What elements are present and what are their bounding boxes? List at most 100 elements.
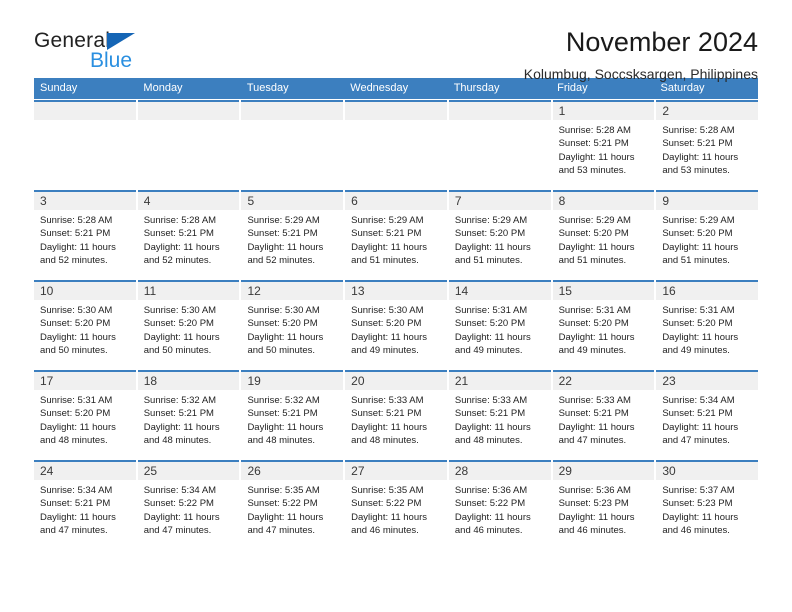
day-detail-line: Sunset: 5:22 PM [247, 498, 318, 510]
day-cell-22[interactable]: 22 Sunrise: 5:33 AM Sunset: 5:21 PM Dayligh… [552, 370, 655, 459]
day-cell-8[interactable]: 8 Sunrise: 5:29 AM Sunset: 5:20 PM Daylight… [552, 190, 655, 279]
day-detail-line: Daylight: 11 hours [143, 241, 220, 253]
day-detail-line: Sunrise: 5:31 AM [40, 395, 113, 406]
day-number: 24 [40, 464, 54, 478]
calendar-weeks: 1 Sunrise: 5:28 AM Sunset: 5:21 PM Daylight… [34, 100, 759, 549]
day-details: Sunrise: 5:37 AM Sunset: 5:23 PM Daylight:… [656, 480, 758, 538]
day-detail-line: and 50 minutes. [40, 345, 108, 357]
day-details: Sunrise: 5:28 AM Sunset: 5:21 PM Daylight:… [138, 210, 240, 268]
day-cell-9[interactable]: 9 Sunrise: 5:29 AM Sunset: 5:20 PM Daylight… [656, 190, 759, 279]
day-number: 23 [662, 374, 676, 388]
day-detail-line: and 51 minutes. [351, 255, 419, 267]
day-cell-26[interactable]: 26 Sunrise: 5:35 AM Sunset: 5:22 PM Dayligh… [241, 460, 344, 549]
day-cell-27[interactable]: 27 Sunrise: 5:35 AM Sunset: 5:22 PM Dayligh… [345, 460, 447, 549]
day-detail-line: Sunset: 5:20 PM [351, 318, 422, 330]
page-title: November 2024 [565, 27, 758, 57]
day-cell-23[interactable]: 23 Sunrise: 5:34 AM Sunset: 5:21 PM Dayligh… [656, 370, 759, 459]
logo-triangle-icon [107, 33, 135, 50]
day-cell-5[interactable]: 5 Sunrise: 5:29 AM Sunset: 5:21 PM Daylight… [241, 190, 344, 279]
day-detail-line: Daylight: 11 hours [558, 331, 635, 343]
day-number-band: 16 [656, 282, 759, 300]
day-cell-16[interactable]: 16 Sunrise: 5:31 AM Sunset: 5:20 PM Dayligh… [656, 280, 759, 369]
day-detail-line: Sunrise: 5:29 AM [454, 215, 528, 226]
day-number: 4 [143, 194, 151, 208]
day-detail-line: Sunrise: 5:28 AM [662, 125, 735, 136]
day-detail-line: and 46 minutes. [454, 525, 523, 537]
day-detail-line: and 49 minutes. [558, 345, 627, 357]
day-cell-17[interactable]: 17 Sunrise: 5:31 AM Sunset: 5:20 PM Dayligh… [34, 370, 136, 459]
day-detail-line: Sunrise: 5:28 AM [40, 215, 113, 226]
day-detail-line: and 48 minutes. [40, 435, 108, 447]
day-detail-line: Sunrise: 5:30 AM [351, 305, 424, 316]
calendar-week-row: 1 Sunrise: 5:28 AM Sunset: 5:21 PM Daylight… [34, 100, 759, 189]
day-cell-18[interactable]: 18 Sunrise: 5:32 AM Sunset: 5:21 PM Dayligh… [137, 370, 240, 459]
day-cell-21[interactable]: 21 Sunrise: 5:33 AM Sunset: 5:21 PM Dayligh… [448, 370, 551, 459]
day-details: Sunrise: 5:33 AM Sunset: 5:21 PM Daylight:… [449, 390, 551, 448]
weekday-header-tuesday: Tuesday [246, 82, 289, 94]
day-detail-line: Sunset: 5:21 PM [662, 408, 733, 420]
day-number-band: 24 [34, 462, 136, 480]
day-detail-line: Sunrise: 5:29 AM [247, 215, 320, 226]
calendar-page: General Blue November 2024 Kolumbug, Soc… [0, 0, 792, 612]
day-cell-10[interactable]: 10 Sunrise: 5:30 AM Sunset: 5:20 PM Dayligh… [34, 280, 136, 369]
day-number-band: 13 [345, 282, 447, 300]
day-cell-3[interactable]: 3 Sunrise: 5:28 AM Sunset: 5:21 PM Daylight… [34, 190, 136, 279]
day-detail-line: Sunrise: 5:29 AM [662, 215, 735, 226]
day-number: 25 [143, 464, 158, 478]
day-detail-line: Sunset: 5:22 PM [454, 498, 526, 510]
day-cell-15[interactable]: 15 Sunrise: 5:31 AM Sunset: 5:20 PM Dayligh… [552, 280, 655, 369]
day-cell-11[interactable]: 11 Sunrise: 5:30 AM Sunset: 5:20 PM Dayligh… [137, 280, 240, 369]
day-details: Sunrise: 5:29 AM Sunset: 5:20 PM Daylight:… [553, 210, 655, 268]
day-details: Sunrise: 5:30 AM Sunset: 5:20 PM Daylight:… [241, 300, 343, 358]
day-detail-line: Sunrise: 5:31 AM [558, 305, 631, 316]
day-detail-line: and 48 minutes. [454, 435, 523, 447]
day-detail-line: Daylight: 11 hours [351, 331, 428, 343]
weekday-header-friday: Friday [557, 82, 588, 94]
day-cell-29[interactable]: 29 Sunrise: 5:36 AM Sunset: 5:23 PM Dayligh… [552, 460, 655, 549]
day-detail-line: Sunrise: 5:35 AM [247, 485, 320, 496]
day-cell-4[interactable]: 4 Sunrise: 5:28 AM Sunset: 5:21 PM Daylight… [137, 190, 240, 279]
day-cell-24[interactable]: 24 Sunrise: 5:34 AM Sunset: 5:21 PM Dayligh… [34, 460, 136, 549]
day-cell-14[interactable]: 14 Sunrise: 5:31 AM Sunset: 5:20 PM Dayligh… [448, 280, 551, 369]
calendar-week-row: 24 Sunrise: 5:34 AM Sunset: 5:21 PM Dayligh… [34, 460, 759, 549]
day-details [34, 120, 136, 124]
day-detail-line: Daylight: 11 hours [662, 421, 739, 433]
day-detail-line: and 53 minutes. [558, 165, 627, 177]
day-detail-line: Daylight: 11 hours [662, 241, 739, 253]
day-cell-13[interactable]: 13 Sunrise: 5:30 AM Sunset: 5:20 PM Dayligh… [345, 280, 447, 369]
day-detail-line: Daylight: 11 hours [351, 421, 428, 433]
day-number-band [241, 102, 344, 120]
day-cell-7[interactable]: 7 Sunrise: 5:29 AM Sunset: 5:20 PM Daylight… [448, 190, 551, 279]
day-cell-6[interactable]: 6 Sunrise: 5:29 AM Sunset: 5:21 PM Daylight… [345, 190, 447, 279]
day-cell-empty [345, 100, 447, 189]
day-detail-line: Daylight: 11 hours [454, 511, 531, 523]
day-cell-19[interactable]: 19 Sunrise: 5:32 AM Sunset: 5:21 PM Dayligh… [241, 370, 344, 459]
day-number-band [448, 102, 551, 120]
day-detail-line: Sunset: 5:20 PM [143, 318, 214, 330]
day-details: Sunrise: 5:31 AM Sunset: 5:20 PM Daylight:… [449, 300, 551, 358]
day-number: 17 [40, 374, 54, 388]
day-detail-line: Sunrise: 5:32 AM [143, 395, 217, 406]
day-detail-line: Sunrise: 5:35 AM [351, 485, 424, 496]
day-cell-1[interactable]: 1 Sunrise: 5:28 AM Sunset: 5:21 PM Daylight… [552, 100, 655, 189]
day-detail-line: Daylight: 11 hours [40, 331, 116, 343]
day-detail-line: Daylight: 11 hours [247, 241, 324, 253]
weekday-header-thursday: Thursday [453, 82, 500, 94]
day-cell-25[interactable]: 25 Sunrise: 5:34 AM Sunset: 5:22 PM Dayligh… [137, 460, 240, 549]
day-detail-line: Sunrise: 5:37 AM [662, 485, 735, 496]
day-detail-line: Daylight: 11 hours [351, 511, 428, 523]
day-cell-20[interactable]: 20 Sunrise: 5:33 AM Sunset: 5:21 PM Dayligh… [345, 370, 447, 459]
day-cell-2[interactable]: 2 Sunrise: 5:28 AM Sunset: 5:21 PM Daylight… [656, 100, 759, 189]
day-details: Sunrise: 5:30 AM Sunset: 5:20 PM Daylight:… [345, 300, 447, 358]
day-number-band: 7 [448, 192, 551, 210]
day-details [449, 120, 551, 124]
day-cell-12[interactable]: 12 Sunrise: 5:30 AM Sunset: 5:20 PM Dayligh… [241, 280, 344, 369]
day-detail-line: Sunset: 5:20 PM [558, 318, 629, 330]
general-blue-logo[interactable]: General Blue [34, 28, 154, 76]
day-number: 28 [454, 464, 469, 478]
day-cell-30[interactable]: 30 Sunrise: 5:37 AM Sunset: 5:23 PM Dayligh… [656, 460, 759, 549]
day-number-band: 8 [552, 192, 655, 210]
day-cell-28[interactable]: 28 Sunrise: 5:36 AM Sunset: 5:22 PM Dayligh… [448, 460, 551, 549]
day-detail-line: Sunset: 5:21 PM [351, 228, 422, 240]
day-detail-line: and 50 minutes. [247, 345, 316, 357]
